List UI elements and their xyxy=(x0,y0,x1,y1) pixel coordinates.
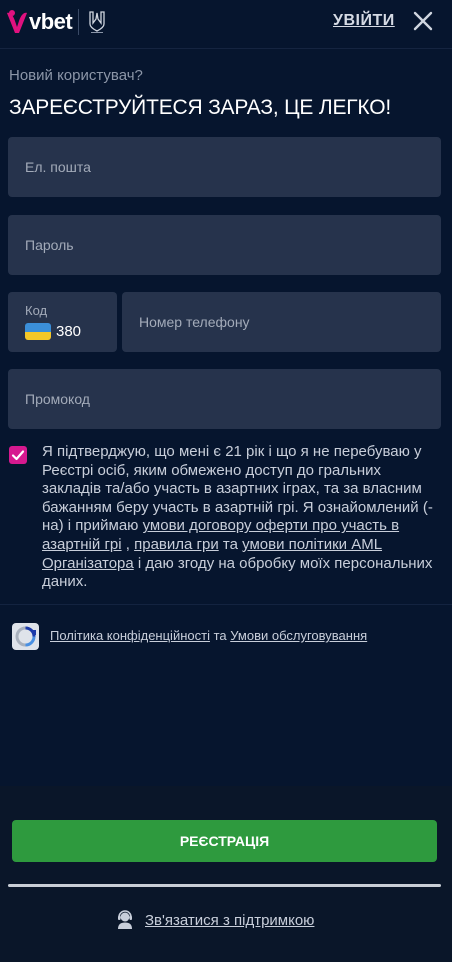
email-field[interactable]: Ел. пошта xyxy=(8,137,441,197)
new-user-subtitle: Новий користувач? xyxy=(9,67,143,84)
divider xyxy=(0,604,452,605)
header: vbet УВІЙТИ xyxy=(0,0,452,49)
recaptcha-icon xyxy=(12,623,39,650)
policy-and-text: та xyxy=(209,628,231,643)
footer-panel xyxy=(0,786,452,962)
logo-divider xyxy=(78,9,80,35)
terms-text-part: та xyxy=(218,535,243,553)
support-agent-icon xyxy=(118,910,132,929)
promo-placeholder: Промокод xyxy=(25,391,90,407)
terms-text-part: , xyxy=(121,535,135,553)
ukraine-crest-icon xyxy=(89,11,105,33)
close-icon[interactable] xyxy=(410,8,436,34)
code-label: Код xyxy=(25,303,48,318)
terms-of-service-link[interactable]: Умови обслуговування xyxy=(230,628,367,643)
logo-text: vbet xyxy=(29,9,73,34)
footer-divider xyxy=(8,884,441,887)
password-field[interactable]: Пароль xyxy=(8,215,441,275)
vbet-logo[interactable]: vbet xyxy=(6,9,107,35)
password-placeholder: Пароль xyxy=(25,237,74,253)
register-button[interactable]: РЕЄСТРАЦІЯ xyxy=(12,820,437,862)
page-title: ЗАРЕЄСТРУЙТЕСЯ ЗАРАЗ, ЦЕ ЛЕГКО! xyxy=(9,96,391,119)
contact-support-link[interactable]: Зв'язатися з підтримкою xyxy=(116,910,314,930)
country-code-select[interactable]: Код 380 xyxy=(8,292,117,352)
terms-checkbox[interactable] xyxy=(9,446,27,464)
promo-code-field[interactable]: Промокод xyxy=(8,369,441,429)
policy-links: Політика конфіденційності та Умови обслу… xyxy=(50,628,367,643)
support-label: Зв'язатися з підтримкою xyxy=(145,911,315,929)
vbet-v-icon xyxy=(7,10,27,33)
phone-field[interactable]: Номер телефону xyxy=(122,292,441,352)
game-rules-link[interactable]: правила гри xyxy=(134,536,219,553)
checkmark-icon xyxy=(11,450,25,461)
country-code-value: 380 xyxy=(56,323,82,340)
login-link[interactable]: УВІЙТИ xyxy=(333,12,395,30)
phone-placeholder: Номер телефону xyxy=(139,314,250,330)
email-placeholder: Ел. пошта xyxy=(25,159,91,175)
ukraine-flag-icon xyxy=(25,323,51,340)
privacy-policy-link[interactable]: Політика конфіденційності xyxy=(50,628,210,643)
terms-text: Я підтверджую, що мені є 21 рік і що я н… xyxy=(42,443,442,592)
